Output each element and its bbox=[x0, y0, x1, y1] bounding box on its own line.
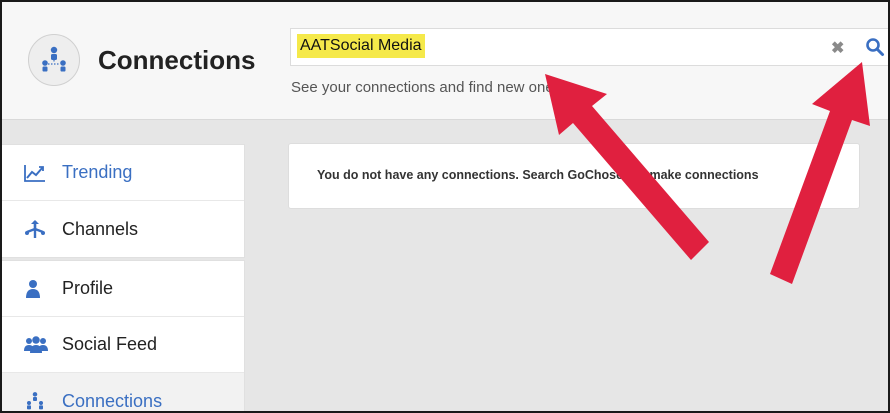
close-icon[interactable]: ✖ bbox=[831, 38, 844, 58]
sidebar-group-discover: Trending Channels bbox=[2, 144, 245, 258]
sidebar-group-account: Profile Social Feed Connections bbox=[2, 260, 245, 411]
users-icon bbox=[24, 334, 48, 356]
sidebar-item-profile[interactable]: Profile bbox=[2, 261, 244, 317]
sidebar-item-label: Trending bbox=[62, 162, 133, 182]
page-title: Connections bbox=[98, 45, 256, 75]
sidebar-item-label: Profile bbox=[62, 278, 114, 298]
connections-icon bbox=[28, 34, 80, 86]
sidebar-item-trending[interactable]: Trending bbox=[2, 145, 244, 201]
trending-chart-icon bbox=[24, 162, 48, 184]
sidebar-item-channels[interactable]: Channels bbox=[2, 201, 244, 257]
sidebar-item-connections[interactable]: Connections bbox=[2, 373, 244, 411]
notice-text: You do not have any connections. Search … bbox=[317, 168, 759, 182]
search-input[interactable]: AATSocial Media ✖ bbox=[290, 28, 888, 66]
connections-icon bbox=[24, 390, 48, 411]
search-icon[interactable] bbox=[865, 37, 885, 62]
search-input-value[interactable]: AATSocial Media bbox=[297, 34, 425, 58]
sidebar-item-label: Channels bbox=[62, 218, 139, 239]
sidebar-item-social-feed[interactable]: Social Feed bbox=[2, 317, 244, 373]
app-window: Connections AATSocial Media ✖ See your c… bbox=[0, 0, 890, 413]
channels-icon bbox=[24, 218, 48, 240]
page-subtitle: See your connections and find new ones bbox=[291, 79, 562, 96]
page-header: Connections AATSocial Media ✖ See your c… bbox=[2, 2, 888, 120]
sidebar-item-label: Connections bbox=[62, 390, 163, 411]
sidebar-item-label: Social Feed bbox=[62, 334, 158, 354]
empty-connections-notice: You do not have any connections. Search … bbox=[288, 143, 860, 209]
user-icon bbox=[24, 278, 48, 300]
